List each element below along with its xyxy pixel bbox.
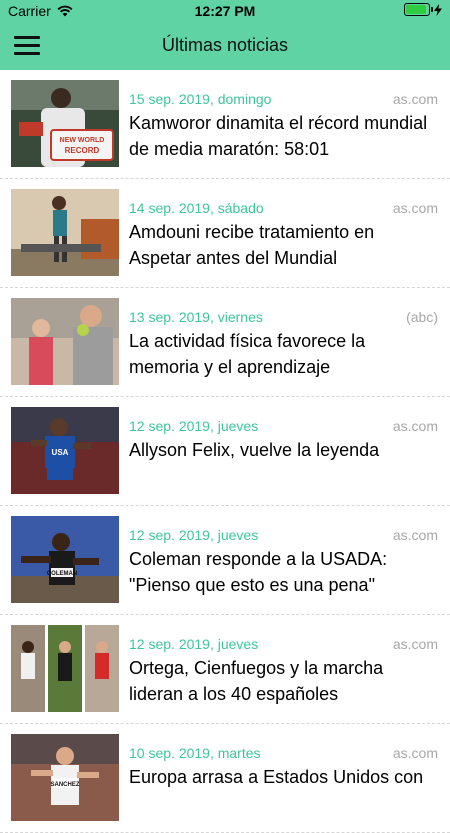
news-headline: Europa arrasa a Estados Unidos con	[129, 767, 424, 787]
news-date: 10 sep. 2019, martes	[129, 745, 261, 761]
header-bar: Carrier 12:27 PM Últimas noticias	[0, 0, 450, 70]
news-headline: Amdouni recibe tratamiento en Aspetar an…	[129, 222, 375, 268]
status-right	[404, 3, 442, 16]
status-time: 12:27 PM	[194, 3, 256, 19]
joggers-photo	[11, 298, 119, 385]
news-date: 14 sep. 2019, sábado	[129, 200, 264, 216]
news-headline: La actividad física favorece la memoria …	[129, 331, 366, 377]
news-thumbnail	[11, 298, 119, 385]
news-thumbnail: COLEMAN	[11, 516, 119, 603]
svg-text:SANCHEZ: SANCHEZ	[50, 782, 79, 788]
news-date: 12 sep. 2019, jueves	[129, 527, 259, 543]
runner-photo: SANCHEZ	[11, 734, 119, 821]
svg-text:NEW WORLD: NEW WORLD	[60, 137, 105, 144]
news-thumbnail	[11, 625, 119, 712]
battery-tip	[431, 7, 433, 12]
news-headline: Allyson Felix, vuelve la leyenda	[129, 440, 380, 460]
news-source: (abc)	[406, 309, 438, 325]
news-item[interactable]: 12 sep. 2019, jueves as.com Ortega, Cien…	[0, 615, 450, 724]
status-bar: Carrier 12:27 PM	[0, 0, 450, 22]
news-date: 12 sep. 2019, jueves	[129, 418, 259, 434]
sprinter-photo: USA	[11, 407, 119, 494]
nav-bar: Últimas noticias	[0, 22, 450, 70]
svg-text:COLEMAN: COLEMAN	[47, 571, 77, 577]
news-item[interactable]: USA 12 sep. 2019, jueves as.com Allyson …	[0, 397, 450, 506]
news-item[interactable]: NEW WORLD RECORD 15 sep. 2019, domingo a…	[0, 70, 450, 179]
news-date: 12 sep. 2019, jueves	[129, 636, 259, 652]
news-item[interactable]: 14 sep. 2019, sábado as.com Amdouni reci…	[0, 179, 450, 288]
news-item[interactable]: COLEMAN 12 sep. 2019, jueves as.com Cole…	[0, 506, 450, 615]
runner-photo: NEW WORLD RECORD	[11, 80, 119, 167]
news-thumbnail	[11, 189, 119, 276]
page-title: Últimas noticias	[161, 35, 289, 55]
news-date: 15 sep. 2019, domingo	[129, 91, 272, 107]
news-headline: Coleman responde a la USADA: "Pienso que…	[129, 549, 388, 595]
athletes-collage-photo	[11, 625, 119, 712]
news-source: as.com	[392, 91, 438, 107]
sprinter-photo: COLEMAN	[11, 516, 119, 603]
news-item[interactable]: 13 sep. 2019, viernes (abc) La actividad…	[0, 288, 450, 397]
news-source: as.com	[392, 745, 438, 761]
news-headline: Ortega, Cienfuegos y la marcha lideran a…	[129, 658, 384, 704]
svg-text:USA: USA	[52, 448, 69, 457]
news-source: as.com	[392, 418, 438, 434]
news-thumbnail: NEW WORLD RECORD	[11, 80, 119, 167]
news-thumbnail: SANCHEZ	[11, 734, 119, 821]
news-date: 13 sep. 2019, viernes	[129, 309, 263, 325]
news-headline: Kamworor dinamita el récord mundial de m…	[129, 113, 428, 159]
charging-bolt-icon	[434, 3, 442, 16]
battery-icon	[404, 3, 433, 16]
treadmill-photo	[11, 189, 119, 276]
battery-fill	[406, 5, 426, 14]
news-source: as.com	[392, 636, 438, 652]
svg-text:RECORD: RECORD	[65, 146, 100, 155]
news-source: as.com	[392, 527, 438, 543]
news-item[interactable]: SANCHEZ 10 sep. 2019, martes as.com Euro…	[0, 724, 450, 833]
news-list: NEW WORLD RECORD 15 sep. 2019, domingo a…	[0, 70, 450, 833]
news-source: as.com	[392, 200, 438, 216]
news-thumbnail: USA	[11, 407, 119, 494]
